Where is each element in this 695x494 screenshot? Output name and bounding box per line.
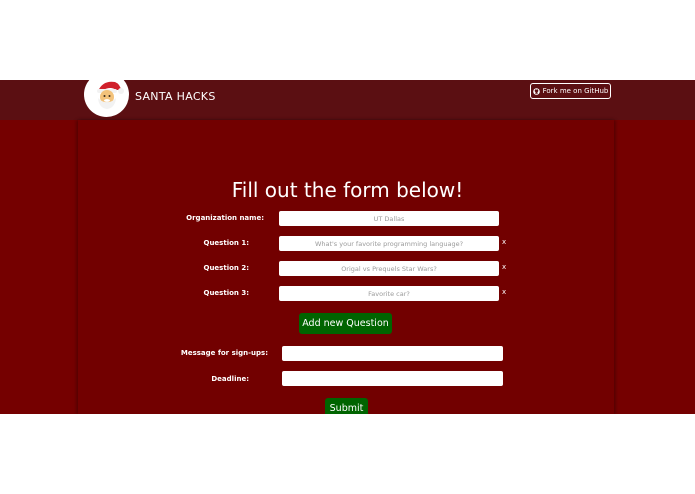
page-viewport: SANTA HACKS Fork me on GitHub Fill out t… bbox=[0, 80, 695, 414]
question-2-label: Question 2: bbox=[203, 264, 250, 272]
remove-question-3-button[interactable]: x bbox=[502, 288, 506, 296]
question-3-label: Question 3: bbox=[203, 289, 250, 297]
fork-github-button[interactable]: Fork me on GitHub bbox=[530, 83, 611, 99]
deadline-label: Deadline: bbox=[211, 375, 249, 383]
message-label: Message for sign-ups: bbox=[180, 349, 268, 357]
question-2-input[interactable] bbox=[279, 261, 499, 276]
fork-label: Fork me on GitHub bbox=[542, 87, 609, 95]
question-1-input[interactable] bbox=[279, 236, 499, 251]
remove-question-2-button[interactable]: x bbox=[502, 263, 506, 271]
navbar: SANTA HACKS Fork me on GitHub bbox=[0, 80, 695, 120]
logo[interactable] bbox=[84, 80, 129, 117]
deadline-input[interactable] bbox=[282, 371, 503, 386]
add-question-button[interactable]: Add new Question bbox=[299, 313, 392, 334]
submit-button[interactable]: Submit bbox=[325, 398, 368, 414]
remove-question-1-button[interactable]: x bbox=[502, 238, 506, 246]
brand-title: SANTA HACKS bbox=[135, 90, 216, 103]
message-input[interactable] bbox=[282, 346, 503, 361]
form-title: Fill out the form below! bbox=[231, 178, 464, 202]
github-icon bbox=[532, 87, 540, 95]
question-3-input[interactable] bbox=[279, 286, 499, 301]
org-name-input[interactable] bbox=[279, 211, 499, 226]
org-name-label: Organization name: bbox=[186, 214, 264, 222]
question-1-label: Question 1: bbox=[203, 239, 250, 247]
santa-icon bbox=[97, 81, 124, 109]
